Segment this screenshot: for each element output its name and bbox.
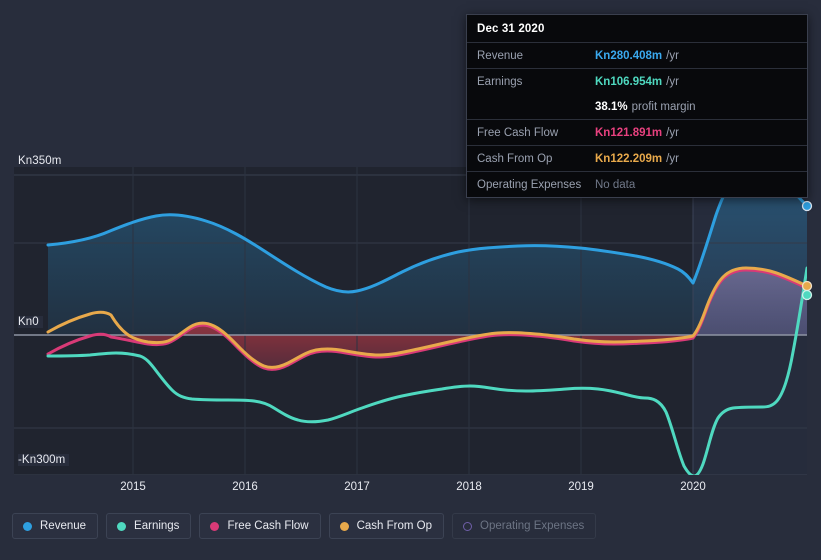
y-axis-label-neg300: -Kn300m <box>18 454 70 466</box>
tooltip-value-operating-expenses: No data <box>595 178 636 191</box>
revenue-endpoint-marker <box>801 200 813 212</box>
tooltip-suffix-profit-margin: profit margin <box>631 100 696 113</box>
chart-tooltip: Dec 31 2020 Revenue Kn280.408m /yr Earni… <box>466 14 808 198</box>
tooltip-suffix-cash-from-op: /yr <box>666 152 679 165</box>
tooltip-value-revenue: Kn280.408m <box>595 49 663 62</box>
legend-dot-earnings-icon <box>117 521 127 531</box>
tooltip-value-earnings: Kn106.954m <box>595 75 663 88</box>
x-axis-label-2018: 2018 <box>456 481 482 493</box>
tooltip-date: Dec 31 2020 <box>477 23 545 35</box>
legend-label-free-cash-flow: Free Cash Flow <box>227 520 309 532</box>
legend-label-cash-from-op: Cash From Op <box>356 520 433 532</box>
tooltip-suffix-earnings: /yr <box>666 75 679 88</box>
x-axis-label-2017: 2017 <box>344 481 370 493</box>
legend-label-earnings: Earnings <box>134 520 180 532</box>
tooltip-row-operating-expenses: Operating Expenses No data <box>467 171 807 197</box>
legend-item-operating-expenses[interactable]: Operating Expenses <box>452 513 597 539</box>
x-axis-label-2020: 2020 <box>680 481 706 493</box>
legend-dot-free-cash-flow-icon <box>210 521 220 531</box>
x-axis-label-2015: 2015 <box>120 481 146 493</box>
tooltip-suffix-free-cash-flow: /yr <box>666 126 679 139</box>
tooltip-row-profit-margin: 38.1% profit margin <box>467 94 807 119</box>
tooltip-label-operating-expenses: Operating Expenses <box>477 178 582 191</box>
tooltip-row-revenue: Revenue Kn280.408m /yr <box>467 42 807 68</box>
tooltip-value-profit-margin: 38.1% <box>595 100 628 113</box>
y-axis-label-350: Kn350m <box>18 155 66 167</box>
legend-item-free-cash-flow[interactable]: Free Cash Flow <box>199 513 321 539</box>
chart-legend: Revenue Earnings Free Cash Flow Cash Fro… <box>12 513 597 539</box>
tooltip-label-cash-from-op: Cash From Op <box>477 152 553 165</box>
legend-label-operating-expenses: Operating Expenses <box>480 520 585 532</box>
legend-item-revenue[interactable]: Revenue <box>12 513 99 539</box>
x-axis-label-2016: 2016 <box>232 481 258 493</box>
tooltip-label-free-cash-flow: Free Cash Flow <box>477 126 559 139</box>
legend-item-cash-from-op[interactable]: Cash From Op <box>328 513 445 539</box>
stock-financials-chart: Kn350m Kn0 -Kn300m 2015 2016 2017 2018 2… <box>0 0 821 560</box>
tooltip-value-free-cash-flow: Kn121.891m <box>595 126 663 139</box>
legend-item-earnings[interactable]: Earnings <box>106 513 192 539</box>
tooltip-suffix-revenue: /yr <box>666 49 679 62</box>
tooltip-row-cash-from-op: Cash From Op Kn122.209m /yr <box>467 145 807 171</box>
tooltip-label-revenue: Revenue <box>477 49 524 62</box>
legend-label-revenue: Revenue <box>40 520 87 532</box>
cash-from-op-endpoint-marker <box>801 280 813 292</box>
legend-dot-cash-from-op-icon <box>339 521 349 531</box>
legend-dot-operating-expenses-icon <box>463 521 473 531</box>
x-axis-label-2019: 2019 <box>568 481 594 493</box>
tooltip-row-earnings: Earnings Kn106.954m /yr <box>467 68 807 94</box>
y-axis-label-0: Kn0 <box>18 316 43 328</box>
legend-dot-revenue-icon <box>23 521 32 531</box>
tooltip-row-free-cash-flow: Free Cash Flow Kn121.891m /yr <box>467 119 807 145</box>
tooltip-label-earnings: Earnings <box>477 75 523 88</box>
tooltip-value-cash-from-op: Kn122.209m <box>595 152 663 165</box>
earnings-endpoint-marker <box>801 289 813 301</box>
